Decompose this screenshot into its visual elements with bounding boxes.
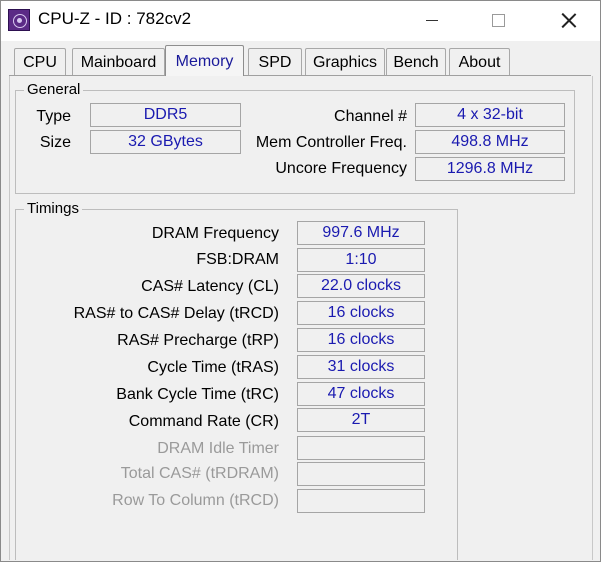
ras-precharge-value: 16 clocks [297, 328, 425, 352]
mem-controller-freq-label: Mem Controller Freq. [255, 134, 407, 151]
ras-to-cas-delay-label: RAS# to CAS# Delay (tRCD) [73, 305, 279, 322]
ras-to-cas-delay-value: 16 clocks [297, 301, 425, 325]
tab-memory[interactable]: Memory [165, 45, 244, 76]
size-label: Size [39, 134, 71, 151]
tab-spd[interactable]: SPD [248, 48, 302, 75]
type-label: Type [36, 108, 71, 125]
uncore-frequency-value: 1296.8 MHz [415, 157, 565, 181]
type-value: DDR5 [90, 103, 241, 127]
row-to-column-label: Row To Column (tRCD) [112, 492, 279, 509]
tab-cpu[interactable]: CPU [14, 48, 66, 75]
dram-idle-timer-label: DRAM Idle Timer [157, 440, 279, 457]
ras-precharge-label: RAS# Precharge (tRP) [117, 332, 279, 349]
minimize-button[interactable] [409, 1, 455, 39]
tab-graphics[interactable]: Graphics [305, 48, 385, 75]
cycle-time-label: Cycle Time (tRAS) [147, 359, 279, 376]
total-cas-label: Total CAS# (tRDRAM) [120, 465, 279, 482]
dram-idle-timer-value [297, 436, 425, 460]
uncore-frequency-label: Uncore Frequency [275, 160, 407, 177]
cas-latency-label: CAS# Latency (CL) [141, 278, 279, 295]
fsb-dram-value: 1:10 [297, 248, 425, 272]
total-cas-value [297, 462, 425, 486]
window-title: CPU-Z - ID : 782cv2 [38, 9, 192, 28]
channel-label: Channel # [334, 108, 407, 125]
cas-latency-value: 22.0 clocks [297, 274, 425, 298]
title-bar[interactable]: CPU-Z - ID : 782cv2 [1, 1, 600, 41]
mem-controller-freq-value: 498.8 MHz [415, 130, 565, 154]
row-to-column-value [297, 489, 425, 513]
timings-legend: Timings [24, 200, 82, 218]
maximize-button[interactable] [475, 1, 521, 39]
command-rate-value: 2T [297, 408, 425, 432]
tab-about[interactable]: About [449, 48, 510, 75]
fsb-dram-label: FSB:DRAM [196, 251, 279, 268]
close-button[interactable] [545, 1, 591, 39]
general-legend: General [24, 81, 84, 99]
cycle-time-value: 31 clocks [297, 355, 425, 379]
bank-cycle-time-label: Bank Cycle Time (tRC) [116, 386, 279, 403]
tab-mainboard[interactable]: Mainboard [72, 48, 165, 75]
dram-frequency-label: DRAM Frequency [151, 225, 279, 242]
tab-bench[interactable]: Bench [386, 48, 446, 75]
bank-cycle-time-value: 47 clocks [297, 382, 425, 406]
cpuz-window: CPU-Z - ID : 782cv2 CPU Mainboard Memory… [0, 0, 601, 562]
size-value: 32 GBytes [90, 130, 241, 154]
command-rate-label: Command Rate (CR) [128, 413, 279, 430]
dram-frequency-value: 997.6 MHz [297, 221, 425, 245]
channel-value: 4 x 32-bit [415, 103, 565, 127]
cpuz-app-icon[interactable] [8, 9, 30, 31]
